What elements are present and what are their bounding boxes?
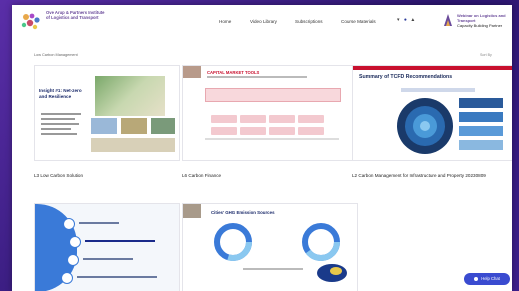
video-card-4[interactable]	[34, 203, 180, 291]
org-logo-icon	[21, 13, 40, 30]
partner-subtitle: Capacity Building Partner	[457, 23, 503, 28]
page: Ove Arup & Partners Institute of Logisti…	[12, 5, 512, 291]
nav-course-materials[interactable]: Course Materials	[341, 19, 376, 24]
slide-photo-1	[91, 118, 117, 134]
emissions-chart-2	[302, 223, 340, 261]
card-caption-1[interactable]: L3 Low Carbon Solution	[34, 173, 184, 179]
speaker-video	[183, 66, 201, 78]
step-text-1	[79, 222, 119, 224]
card-caption-3[interactable]: L2 Carbon Management for Infrastructure …	[352, 173, 502, 179]
legend-box-4	[459, 140, 503, 150]
step-marker-2	[69, 236, 81, 248]
step-text-4	[77, 276, 157, 278]
slide-title: Cities' GHG Emission Sources	[211, 210, 275, 215]
partner-logo-icon	[444, 14, 452, 26]
partner-title: Webinar on Logistics and Transport	[457, 13, 506, 23]
legend-box-2	[459, 112, 503, 122]
nav-video-library[interactable]: Video Library	[250, 19, 277, 24]
slide-map-image	[95, 76, 165, 116]
chat-icon	[474, 276, 479, 281]
slide-banner	[205, 88, 341, 102]
emissions-chart-1	[214, 223, 252, 261]
chat-label: Help Chat	[481, 276, 500, 281]
slide-photo-4	[91, 138, 175, 152]
card-caption-2[interactable]: L6 Carbon Finance	[182, 173, 352, 179]
video-card-2[interactable]: CAPITAL MARKET TOOLS	[182, 65, 358, 161]
chevron-down-icon[interactable]: ▾	[397, 17, 400, 23]
slide-text-line	[243, 268, 303, 270]
legend-box-3	[459, 126, 503, 136]
slide-title: CAPITAL MARKET TOOLS	[207, 70, 260, 75]
slide-title: Summary of TCFD Recommendations	[359, 74, 453, 80]
video-card-3[interactable]: Summary of TCFD Recommendations	[352, 65, 512, 161]
nav-home[interactable]: Home	[219, 19, 231, 24]
video-card-1[interactable]: Insight #1: Net-zero and Resilience	[34, 65, 180, 161]
nav-subscriptions[interactable]: Subscriptions	[295, 19, 323, 24]
breadcrumb[interactable]: Low Carbon Management	[34, 53, 78, 57]
sort-control[interactable]: Sort By	[480, 53, 492, 57]
step-marker-4	[61, 272, 73, 284]
org-name[interactable]: Ove Arup & Partners Institute of Logisti…	[46, 10, 106, 20]
lock-icon[interactable]: ▲	[410, 17, 415, 23]
site-header: Ove Arup & Partners Institute of Logisti…	[12, 5, 512, 39]
emissions-chart-3	[317, 264, 347, 282]
slide-header-line	[401, 88, 475, 92]
speaker-video	[183, 204, 201, 218]
step-marker-3	[67, 254, 79, 266]
tcfd-diagram	[397, 98, 453, 154]
video-card-5[interactable]: Cities' GHG Emission Sources	[182, 203, 358, 291]
step-text-2	[85, 240, 155, 242]
nav-icons: ▾ ● ▲	[397, 17, 415, 23]
slide-footer-line	[205, 138, 339, 140]
step-text-3	[83, 258, 133, 260]
slide-bullets	[41, 110, 85, 148]
user-icon[interactable]: ●	[404, 17, 407, 23]
slide-photo-3	[151, 118, 175, 134]
step-marker-1	[63, 218, 75, 230]
slide-photo-2	[121, 118, 147, 134]
slide-title: Insight #1: Net-zero and Resilience	[39, 88, 82, 99]
partner-name: Webinar on Logistics and Transport Capac…	[457, 13, 509, 28]
slide-top-bar	[353, 66, 512, 70]
slide-subtitle-line	[207, 76, 307, 78]
help-chat-button[interactable]: Help Chat	[464, 273, 510, 285]
legend-box-1	[459, 98, 503, 108]
